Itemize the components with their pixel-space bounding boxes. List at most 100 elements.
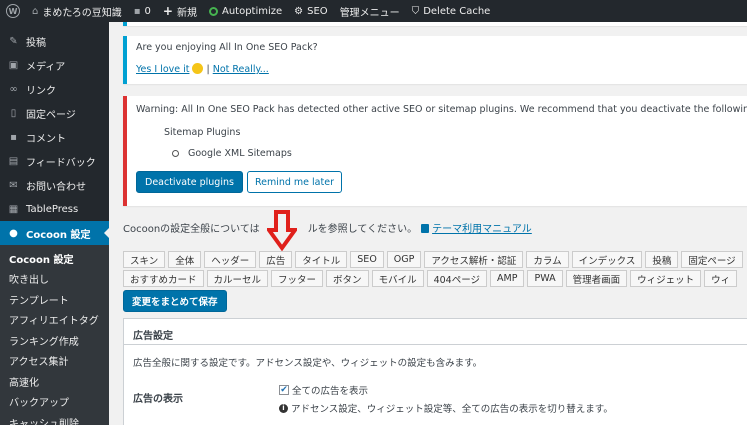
warning-text: Warning: All In One SEO Pack has detecte… [136, 104, 747, 115]
tab-ads[interactable]: 広告 [259, 251, 293, 268]
seo-label: SEO [307, 5, 328, 17]
panel-title: 広告設定 [124, 319, 747, 345]
autoptimize-link[interactable]: Autoptimize [203, 0, 288, 22]
sidebar-item-comments[interactable]: ▪ コメント [0, 125, 109, 149]
submenu-item-cache-delete[interactable]: キャッシュ削除 [0, 412, 109, 425]
sidebar-item-label: お問い合わせ [26, 181, 86, 193]
tab-footer[interactable]: フッター [271, 270, 324, 287]
tab-page[interactable]: 固定ページ [681, 251, 743, 268]
sidebar-item-label: コメント [26, 133, 66, 145]
main-content: Are you enjoying All In One SEO Pack? Ye… [109, 22, 747, 425]
submenu-item-cocoon-settings[interactable]: Cocoon 設定 [0, 248, 109, 269]
show-all-ads-option[interactable]: ✔ 全ての広告を表示 [279, 383, 613, 397]
tab-all[interactable]: 全体 [168, 251, 202, 268]
wordpress-logo-icon: W [6, 4, 20, 18]
remind-me-later-button[interactable]: Remind me later [246, 171, 342, 193]
tab-analytics[interactable]: アクセス解析・認証 [424, 251, 524, 268]
deactivate-plugins-button[interactable]: Deactivate plugins [136, 171, 243, 193]
sidebar-item-label: 固定ページ [26, 109, 76, 121]
new-content-link[interactable]: + 新規 [157, 0, 203, 22]
submenu-item-affiliate-tag[interactable]: アフィリエイトタグ [0, 310, 109, 331]
seo-review-notice: Are you enjoying All In One SEO Pack? Ye… [123, 36, 747, 84]
tab-ogp[interactable]: OGP [386, 251, 422, 268]
sidebar-item-cocoon-settings[interactable]: ● Cocoon 設定 [0, 221, 109, 245]
submenu-item-template[interactable]: テンプレート [0, 289, 109, 310]
panel-description: 広告全般に関する設定です。アドセンス設定や、ウィジェットの設定も含みます。 [133, 358, 483, 369]
admin-menu-link[interactable]: 管理メニュー [334, 0, 406, 22]
info-icon: i [279, 403, 288, 413]
sidebar-item-label: フィードバック [26, 157, 96, 169]
tab-button[interactable]: ボタン [326, 270, 369, 287]
sidebar-item-media[interactable]: ▣ メディア [0, 53, 109, 77]
tab-pwa[interactable]: PWA [527, 270, 563, 287]
tab-seo[interactable]: SEO [350, 251, 384, 268]
tab-carousel[interactable]: カルーセル [206, 270, 269, 287]
tab-widget[interactable]: ウィジェット [630, 270, 702, 287]
save-all-changes-button[interactable]: 変更をまとめて保存 [123, 290, 227, 312]
red-down-arrow-icon [267, 210, 297, 252]
sidebar-item-contact[interactable]: ✉ お問い合わせ [0, 173, 109, 197]
submenu-item-backup[interactable]: バックアップ [0, 392, 109, 413]
plus-icon: + [162, 4, 173, 18]
settings-tabs-row-2: おすすめカード カルーセル フッター ボタン モバイル 404ページ AMP P… [123, 270, 738, 287]
manual-reference: Cocoonの設定全般については ルを参照してください。 テーマ利用マニュアル [123, 220, 532, 235]
wordpress-logo-button[interactable]: W [0, 0, 26, 22]
not-really-link[interactable]: Not Really... [213, 64, 269, 75]
tab-mobile[interactable]: モバイル [371, 270, 424, 287]
admin-bar: W ⌂ まめたろの豆知識 ▪ 0 + 新規 Autoptimize ⚙ SEO … [0, 0, 747, 22]
sidebar-item-posts[interactable]: ✎ 投稿 [0, 29, 109, 53]
sidebar-item-tablepress[interactable]: ▦ TablePress [0, 197, 109, 221]
tab-index[interactable]: インデックス [571, 251, 643, 268]
setting-row-ad-display: 広告の表示 ✔ 全ての広告を表示 i アドセンス設定、ウィジェット設定等、全ての… [124, 383, 747, 415]
checkbox-label: 全ての広告を表示 [292, 386, 369, 397]
notice-question: Are you enjoying All In One SEO Pack? [136, 42, 318, 53]
tab-post[interactable]: 投稿 [645, 251, 679, 268]
home-icon: ⌂ [32, 5, 39, 17]
tab-admin-screen[interactable]: 管理者画面 [565, 270, 628, 287]
tab-column[interactable]: カラム [526, 251, 569, 268]
submenu-item-balloon[interactable]: 吹き出し [0, 269, 109, 290]
tab-recommended-cards[interactable]: おすすめカード [123, 270, 204, 287]
tab-404-page[interactable]: 404ページ [426, 270, 488, 287]
smiley-icon [192, 63, 204, 74]
setting-help: i アドセンス設定、ウィジェット設定等、全ての広告の表示を切り替えます。 [279, 401, 613, 415]
site-name-label: まめたろの豆知識 [42, 7, 122, 19]
admin-sidebar: ✎ 投稿 ▣ メディア ∞ リンク ▯ 固定ページ ▪ コメント ▤ フィードバック ✉ お問… [0, 22, 109, 425]
table-icon: ▦ [8, 203, 19, 215]
site-name-link[interactable]: ⌂ まめたろの豆知識 [26, 0, 128, 22]
sidebar-item-links[interactable]: ∞ リンク [0, 77, 109, 101]
submenu-item-speedup[interactable]: 高速化 [0, 371, 109, 392]
autoptimize-label: Autoptimize [221, 5, 283, 17]
new-label: 新規 [176, 7, 197, 19]
tab-title[interactable]: タイトル [295, 251, 348, 268]
conflicting-plugin-item: Google XML Sitemaps [172, 148, 747, 159]
notice-top-edge [123, 22, 747, 26]
tab-widget-area[interactable]: ウィ [704, 270, 738, 287]
seo-link[interactable]: ⚙ SEO [288, 0, 334, 22]
tab-header[interactable]: ヘッダー [204, 251, 257, 268]
delete-cache-link[interactable]: ⛉ Delete Cache [406, 0, 497, 22]
yes-love-it-link[interactable]: Yes I love it [136, 64, 189, 75]
comments-link[interactable]: ▪ 0 [128, 0, 157, 22]
sidebar-item-pages[interactable]: ▯ 固定ページ [0, 101, 109, 125]
tab-amp[interactable]: AMP [490, 270, 525, 287]
theme-manual-link[interactable]: テーマ利用マニュアル [432, 224, 532, 235]
cocoon-submenu: Cocoon 設定 吹き出し テンプレート アフィリエイトタグ ランキング作成 … [0, 245, 109, 425]
pin-icon: ✎ [9, 35, 18, 47]
show-all-ads-checkbox[interactable]: ✔ [279, 385, 289, 395]
seo-conflict-warning: Warning: All In One SEO Pack has detecte… [123, 96, 747, 206]
plugin-name: Google XML Sitemaps [188, 148, 292, 159]
manual-text: Cocoonの設定全般については [123, 224, 260, 235]
comment-icon: ▪ [10, 131, 17, 143]
help-text: アドセンス設定、ウィジェット設定等、全ての広告の表示を切り替えます。 [291, 404, 613, 415]
sidebar-item-label: 投稿 [26, 37, 46, 49]
sidebar-item-feedback[interactable]: ▤ フィードバック [0, 149, 109, 173]
submenu-item-ranking[interactable]: ランキング作成 [0, 330, 109, 351]
ad-settings-panel: 広告設定 広告全般に関する設定です。アドセンス設定や、ウィジェットの設定も含みま… [123, 318, 747, 425]
cocoon-icon: ● [9, 227, 18, 239]
tab-skin[interactable]: スキン [123, 251, 166, 268]
submenu-item-access-stats[interactable]: アクセス集計 [0, 351, 109, 372]
feedback-icon: ▤ [8, 155, 19, 167]
settings-tabs-row-1: スキン 全体 ヘッダー 広告 タイトル SEO OGP アクセス解析・認証 カラ… [123, 251, 743, 268]
delete-cache-label: Delete Cache [423, 5, 491, 17]
